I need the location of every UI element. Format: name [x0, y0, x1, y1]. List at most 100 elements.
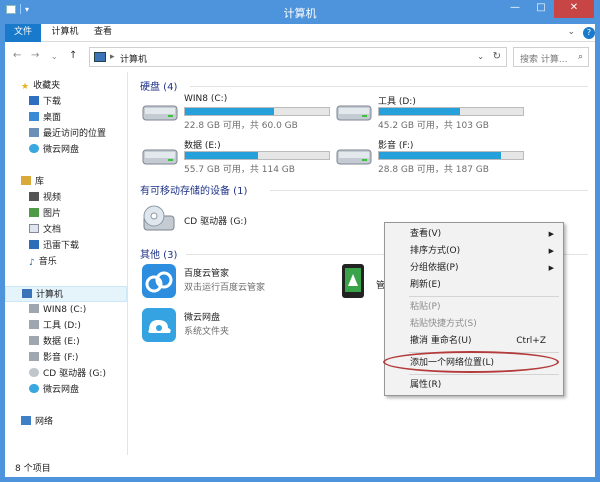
search-placeholder: 搜索 计算... — [520, 55, 568, 65]
sidebar-item-pictures[interactable]: 图片 — [29, 206, 61, 222]
expand-ribbon-icon[interactable]: ⌄ — [567, 27, 575, 37]
drive-name: 影音 (F:) — [378, 141, 414, 151]
back-button[interactable]: ← — [13, 50, 21, 61]
address-field[interactable]: ▸ 计算机 ⌄ ↻ — [89, 47, 507, 67]
group-header-other[interactable]: 其他 (3) — [140, 246, 177, 261]
sidebar-item-g[interactable]: CD 驱动器 (G:) — [29, 366, 106, 382]
menu-item-view[interactable]: 查看(V) ▶ — [386, 226, 562, 243]
maximize-button[interactable]: □ — [528, 0, 554, 18]
sidebar-item-thunder[interactable]: 迅雷下载 — [29, 238, 79, 254]
capacity-bar — [184, 151, 330, 160]
menu-item-properties[interactable]: 属性(R) — [386, 377, 562, 394]
help-icon[interactable]: ? — [583, 27, 595, 39]
computer-icon — [94, 52, 106, 62]
menu-item-paste-shortcut[interactable]: 粘贴快捷方式(S) — [386, 316, 562, 333]
app-weiyun[interactable]: 微云网盘 系统文件夹 — [142, 308, 342, 344]
menu-item-refresh[interactable]: 刷新(E) — [386, 277, 562, 294]
explorer-window: ▾ 计算机 — □ ✕ 文件 计算机 查看 ⌄ ? ← → ⌄ ↑ ▸ 计算机 … — [0, 0, 600, 482]
sidebar-item-documents[interactable]: 文档 — [29, 222, 61, 238]
phone-manager-icon — [342, 264, 364, 298]
submenu-arrow-icon: ▶ — [548, 230, 554, 238]
drive-d[interactable]: 工具 (D:) 45.2 GB 可用，共 103 GB — [336, 94, 526, 131]
download-folder-icon — [29, 96, 39, 105]
menu-separator — [409, 296, 559, 297]
drive-icon — [29, 336, 39, 345]
cd-drive-icon — [29, 368, 39, 377]
drive-c[interactable]: WIN8 (C:) 22.8 GB 可用，共 60.0 GB — [142, 94, 332, 131]
star-icon: ★ — [21, 82, 30, 92]
up-button[interactable]: ↑ — [69, 50, 77, 61]
desktop-icon — [29, 112, 39, 121]
app-name: 微云网盘 — [184, 313, 221, 323]
capacity-fill — [185, 152, 259, 159]
address-dropdown-icon[interactable]: ⌄ — [477, 52, 484, 61]
drive-capacity: 28.8 GB 可用，共 187 GB — [378, 165, 489, 175]
sidebar-item-d[interactable]: 工具 (D:) — [29, 318, 81, 334]
sidebar-libraries[interactable]: 库 — [21, 174, 44, 190]
drive-capacity: 45.2 GB 可用，共 103 GB — [378, 121, 489, 131]
capacity-fill — [379, 108, 460, 115]
sidebar-item-c[interactable]: WIN8 (C:) — [29, 302, 86, 318]
group-header-removable[interactable]: 有可移动存储的设备 (1) — [140, 182, 247, 197]
watermark: Win8系统之家 — [436, 440, 591, 478]
app-description: 系统文件夹 — [184, 327, 230, 337]
drive-f[interactable]: 影音 (F:) 28.8 GB 可用，共 187 GB — [336, 138, 526, 175]
sidebar-item-music[interactable]: ♪ 音乐 — [29, 254, 57, 270]
drive-g[interactable]: CD 驱动器 (G:) — [142, 202, 332, 236]
cloud-drive-icon — [29, 144, 39, 153]
network-icon — [21, 416, 31, 425]
document-icon — [29, 224, 39, 233]
sidebar-item-recent[interactable]: 最近访问的位置 — [29, 126, 106, 142]
address-bar-area: ← → ⌄ ↑ ▸ 计算机 ⌄ ↻ 搜索 计算... ⌕ — [5, 42, 595, 72]
menu-item-paste[interactable]: 粘贴(P) — [386, 299, 562, 316]
recent-locations-icon[interactable]: ⌄ — [51, 52, 58, 61]
picture-icon — [29, 208, 39, 217]
drive-name: CD 驱动器 (G:) — [184, 217, 247, 227]
drive-e[interactable]: 数据 (E:) 55.7 GB 可用，共 114 GB — [142, 138, 332, 175]
computer-icon — [22, 289, 32, 298]
hard-drive-icon — [336, 144, 372, 166]
capacity-bar — [378, 107, 524, 116]
menu-item-undo-rename[interactable]: 撤消 重命名(U) Ctrl+Z — [386, 333, 562, 350]
sidebar-network[interactable]: 网络 — [21, 414, 53, 430]
capacity-fill — [379, 152, 502, 159]
menu-item-sort[interactable]: 排序方式(O) ▶ — [386, 243, 562, 260]
drive-icon — [29, 320, 39, 329]
capacity-bar — [184, 107, 330, 116]
cd-drive-icon — [142, 204, 178, 231]
sidebar-favorites[interactable]: ★ 收藏夹 — [21, 78, 60, 94]
tab-computer[interactable]: 计算机 — [47, 24, 83, 42]
sidebar-item-e[interactable]: 数据 (E:) — [29, 334, 80, 350]
shortcut-label: Ctrl+Z — [516, 336, 546, 346]
sidebar-item-weiyun[interactable]: 微云网盘 — [29, 142, 79, 158]
drive-name: WIN8 (C:) — [184, 94, 228, 104]
sidebar-item-desktop[interactable]: 桌面 — [29, 110, 61, 126]
minimize-button[interactable]: — — [502, 0, 528, 18]
windows-logo-icon — [436, 441, 474, 477]
close-button[interactable]: ✕ — [554, 0, 594, 18]
drive-icon — [29, 304, 39, 313]
app-baidu-cloud[interactable]: 百度云管家 双击运行百度云管家 — [142, 264, 342, 300]
sidebar-item-downloads[interactable]: 下载 — [29, 94, 61, 110]
highlight-oval — [383, 351, 559, 373]
tab-view[interactable]: 查看 — [89, 24, 117, 42]
music-icon: ♪ — [29, 258, 35, 268]
ribbon-tabs: 文件 计算机 查看 ⌄ ? — [5, 24, 595, 42]
library-icon — [21, 176, 31, 185]
search-input[interactable]: 搜索 计算... ⌕ — [513, 47, 589, 67]
item-count: 8 个项目 — [15, 464, 51, 474]
app-description: 双击运行百度云管家 — [184, 283, 266, 293]
sidebar-item-f[interactable]: 影音 (F:) — [29, 350, 78, 366]
submenu-arrow-icon: ▶ — [548, 264, 554, 272]
video-icon — [29, 192, 39, 201]
hard-drive-icon — [142, 100, 178, 122]
sidebar-item-videos[interactable]: 视频 — [29, 190, 61, 206]
menu-item-group-by[interactable]: 分组依据(P) ▶ — [386, 260, 562, 277]
watermark-text: Win8系统之家 — [480, 451, 591, 472]
sidebar-computer[interactable]: 计算机 — [5, 286, 127, 302]
sidebar-item-weiyun-2[interactable]: 微云网盘 — [29, 382, 79, 398]
tab-file[interactable]: 文件 — [5, 24, 41, 42]
forward-button[interactable]: → — [31, 50, 39, 61]
group-header-hdd[interactable]: 硬盘 (4) — [140, 78, 177, 93]
refresh-icon[interactable]: ↻ — [493, 51, 501, 62]
